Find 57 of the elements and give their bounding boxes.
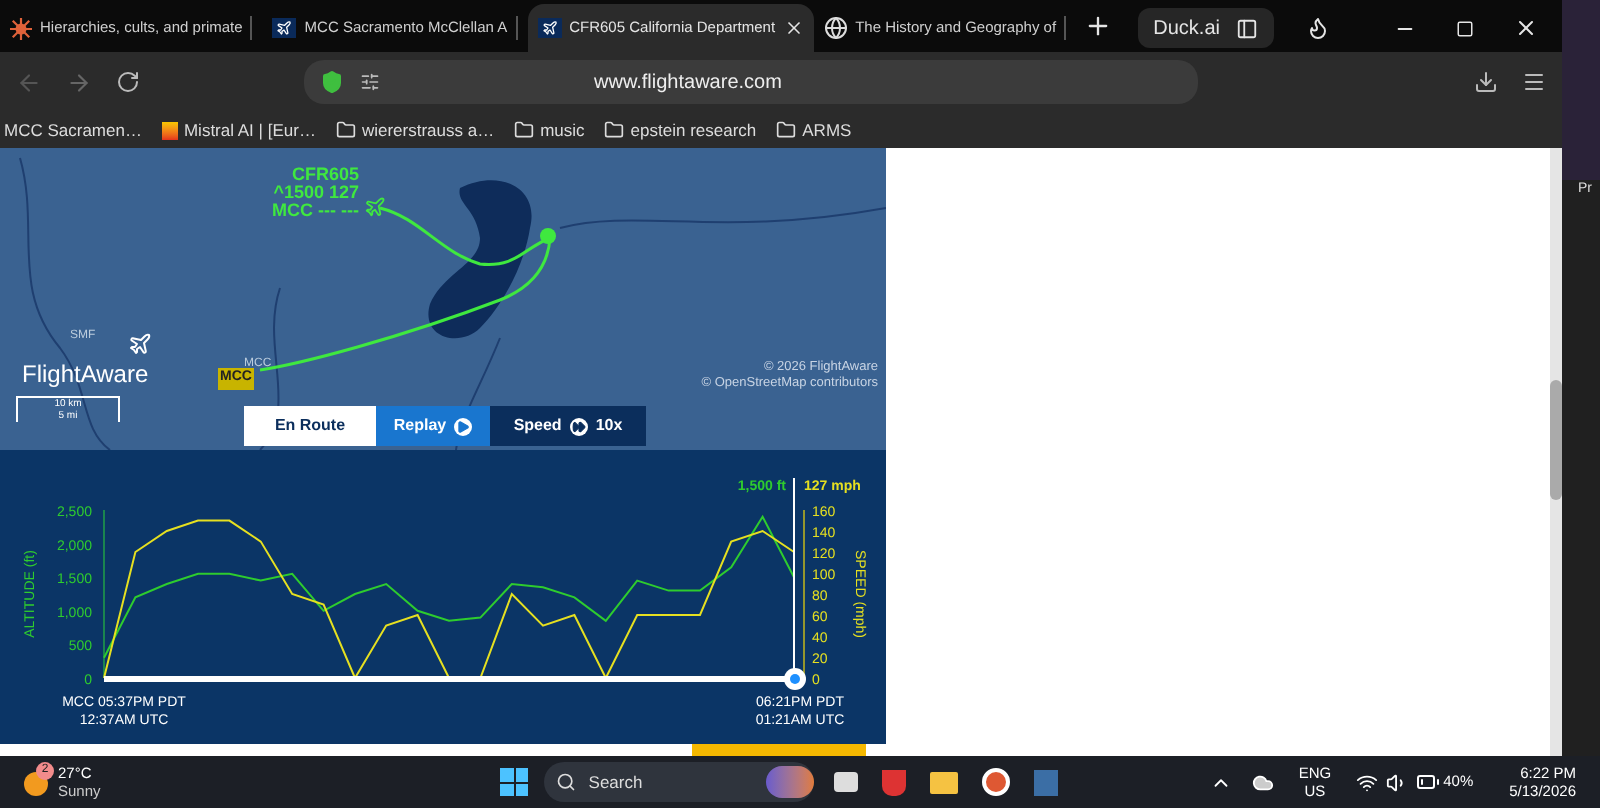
timeline-handle[interactable] <box>783 667 805 689</box>
bookmark[interactable]: MCC Sacramen… <box>4 117 142 143</box>
battery-icon[interactable] <box>1415 770 1440 794</box>
shield-app-icon[interactable] <box>882 769 907 795</box>
flight-label: CFR605 <box>291 166 359 184</box>
sidebar-icon[interactable] <box>1236 17 1258 39</box>
scrollbar[interactable] <box>1550 148 1562 756</box>
menu-icon[interactable] <box>1522 70 1546 94</box>
url-text[interactable]: www.flightaware.com <box>574 60 1198 104</box>
globe-icon <box>823 16 848 40</box>
windows-start-icon[interactable] <box>500 768 529 796</box>
bookmark[interactable]: ARMS <box>776 117 852 143</box>
shield-icon <box>320 70 344 94</box>
download-icon[interactable] <box>1474 70 1498 94</box>
wifi-icon[interactable] <box>1355 771 1378 793</box>
starburst-icon <box>10 17 32 39</box>
search-box[interactable]: Search <box>544 762 815 802</box>
search-highlight-icon <box>766 766 815 798</box>
search-icon <box>556 772 577 792</box>
bookmark[interactable]: wiererstrauss a… <box>335 117 495 143</box>
folder-icon <box>776 120 797 140</box>
bookmark[interactable]: Mistral AI | [Eur… <box>161 117 316 143</box>
fast-forward-icon <box>569 417 588 435</box>
plane-icon <box>537 18 562 38</box>
maximize-icon[interactable] <box>1456 20 1474 38</box>
flame-icon[interactable] <box>1306 16 1330 40</box>
reload-icon[interactable] <box>116 70 140 94</box>
bookmark[interactable]: music <box>514 117 585 143</box>
cloud-icon[interactable] <box>1252 771 1275 793</box>
folder-icon <box>335 120 356 140</box>
task-view-icon[interactable] <box>834 772 859 792</box>
plane-icon <box>272 18 297 38</box>
volume-icon[interactable] <box>1385 771 1408 793</box>
bookmark[interactable]: epstein research <box>604 117 757 143</box>
folder-icon <box>604 120 625 140</box>
duck-ai-button[interactable]: Duck.ai <box>1137 8 1274 48</box>
new-tab-icon[interactable] <box>1084 12 1113 40</box>
scrollbar-thumb[interactable] <box>1550 380 1562 500</box>
speed-button[interactable]: Speed 10x <box>490 406 646 446</box>
duck-browser-icon[interactable] <box>982 768 1011 796</box>
address-bar[interactable] <box>304 60 574 104</box>
map-drawing[interactable] <box>0 148 886 450</box>
folder-app-icon[interactable] <box>930 771 959 793</box>
close-icon[interactable] <box>1514 16 1538 40</box>
status-button[interactable]: En Route <box>244 406 376 446</box>
plane-icon <box>128 332 152 356</box>
m-logo-icon <box>161 121 178 139</box>
close-icon[interactable] <box>783 18 804 38</box>
flight-label: MCC --- --- <box>272 202 359 220</box>
site-settings-icon[interactable] <box>360 72 380 92</box>
app-icon[interactable] <box>1034 769 1059 795</box>
replay-button[interactable]: Replay <box>376 406 490 446</box>
flightaware-logo: FlightAware <box>22 358 149 392</box>
folder-icon <box>514 120 535 140</box>
flight-label: ^1500 127 <box>273 184 359 202</box>
play-icon <box>454 417 473 435</box>
forward-icon[interactable] <box>66 69 92 95</box>
